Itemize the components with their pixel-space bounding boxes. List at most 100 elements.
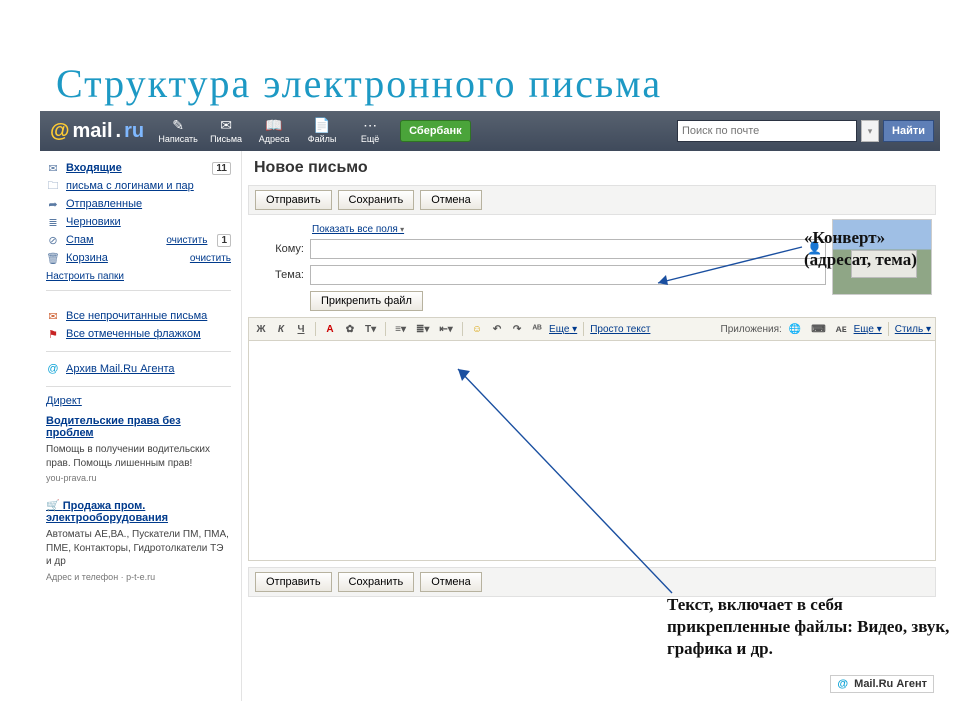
- agent-widget[interactable]: @Mail.Ru Агент: [830, 675, 934, 693]
- spellcheck-icon[interactable]: ᴬᴮ: [529, 321, 545, 337]
- editor-body[interactable]: [248, 341, 936, 561]
- redo-icon[interactable]: ↷: [509, 321, 525, 337]
- direct-link[interactable]: Директ: [46, 395, 82, 407]
- spam-clear[interactable]: очистить: [166, 235, 207, 246]
- to-row: Кому: 👤: [254, 239, 826, 259]
- action-row-bottom: Отправить Сохранить Отмена: [248, 567, 936, 597]
- ad-2-url: Адрес и телефон · p-t-e.ru: [46, 572, 231, 582]
- annotation-body: Текст, включает в себя прикрепленные фай…: [667, 594, 960, 660]
- toolbar-more[interactable]: ⋯Ещё: [346, 111, 394, 151]
- more-icon: ⋯: [363, 118, 377, 132]
- spam-count: 1: [217, 234, 231, 247]
- addresses-icon: 📖: [265, 118, 282, 132]
- cancel-button[interactable]: Отмена: [420, 190, 481, 210]
- italic-button[interactable]: К: [273, 321, 289, 337]
- save-button[interactable]: Сохранить: [338, 190, 415, 210]
- filter-flagged[interactable]: ⚑Все отмеченные флажком: [46, 325, 231, 343]
- toolbar-addresses[interactable]: 📖Адреса: [250, 111, 298, 151]
- send-button[interactable]: Отправить: [255, 190, 332, 210]
- folder-trash[interactable]: 🗑Корзинаочистить: [46, 249, 231, 267]
- ad-1: Водительские права без проблем Помощь в …: [46, 407, 231, 491]
- ad-1-title[interactable]: Водительские права без проблем: [46, 415, 231, 439]
- filter-unread[interactable]: ✉Все непрочитанные письма: [46, 307, 231, 325]
- folder-drafts[interactable]: ≣Черновики: [46, 213, 231, 231]
- align-icon[interactable]: ≡▾: [392, 321, 409, 337]
- archive-section: @Архив Mail.Ru Агента: [46, 352, 231, 387]
- emoji-icon[interactable]: ☺: [469, 321, 485, 337]
- cancel-button-bottom[interactable]: Отмена: [420, 572, 481, 592]
- mail-app: @mail.ru ✎Написать ✉Письма 📖Адреса 📄Файл…: [40, 111, 940, 701]
- card-thumbnail[interactable]: [832, 219, 932, 295]
- save-button-bottom[interactable]: Сохранить: [338, 572, 415, 592]
- apps-label: Приложения:: [721, 324, 782, 335]
- inbox-icon: ✉: [46, 162, 60, 175]
- editor-toolbar: Ж К Ч A ✿ T▾ ≡▾ ≣▾ ⇤▾ ☺ ↶ ↷ ᴬᴮ Еще ▾ Про…: [248, 317, 936, 341]
- compose-pane: Новое письмо Отправить Сохранить Отмена …: [242, 151, 940, 701]
- folder-logins[interactable]: 🗀письма с логинами и пар: [46, 177, 231, 195]
- logo-dot: .: [116, 120, 122, 143]
- bg-color-icon[interactable]: ✿: [342, 321, 358, 337]
- ad-1-desc: Помощь в получении водительских прав. По…: [46, 443, 231, 470]
- topbar: @mail.ru ✎Написать ✉Письма 📖Адреса 📄Файл…: [40, 111, 940, 151]
- folder-inbox[interactable]: ✉Входящие11: [46, 159, 231, 177]
- font-size-icon[interactable]: T▾: [362, 321, 379, 337]
- translit-icon[interactable]: ᴀᴇ: [833, 321, 850, 337]
- ad-2-title[interactable]: 🛒 Продажа пром. электрооборудования: [46, 499, 231, 524]
- toolbar-more[interactable]: Еще ▾: [549, 324, 577, 335]
- list-icon[interactable]: ≣▾: [413, 321, 432, 337]
- search-options-icon[interactable]: ▾: [861, 120, 879, 142]
- compose-icon: ✎: [172, 118, 184, 132]
- underline-button[interactable]: Ч: [293, 321, 309, 337]
- indent-icon[interactable]: ⇤▾: [436, 321, 455, 337]
- apps-more[interactable]: Еще ▾: [854, 324, 882, 335]
- subject-row: Тема:: [254, 265, 826, 285]
- sent-icon: ➦: [46, 198, 60, 211]
- sidebar: ✉Входящие11 🗀письма с логинами и пар ➦От…: [40, 151, 242, 701]
- ad-2-desc: Автоматы АЕ,ВА., Пускатели ПМ, ПМА, ПМЕ,…: [46, 528, 231, 569]
- promo-button[interactable]: Сбербанк: [400, 120, 471, 142]
- toolbar-files[interactable]: 📄Файлы: [298, 111, 346, 151]
- to-label: Кому:: [254, 243, 304, 255]
- addressbook-icon[interactable]: 👤: [807, 241, 822, 255]
- mail-icon: ✉: [220, 118, 232, 132]
- send-button-bottom[interactable]: Отправить: [255, 572, 332, 592]
- undo-icon[interactable]: ↶: [489, 321, 505, 337]
- ad-1-url: you-prava.ru: [46, 473, 231, 483]
- toolbar-compose[interactable]: ✎Написать: [154, 111, 202, 151]
- bold-button[interactable]: Ж: [253, 321, 269, 337]
- trash-icon: 🗑: [46, 252, 60, 265]
- folder-spam[interactable]: ⊘Спамочистить1: [46, 231, 231, 249]
- attach-button[interactable]: Прикрепить файл: [310, 291, 423, 311]
- manage-folders[interactable]: Настроить папки: [46, 271, 124, 282]
- compose-heading: Новое письмо: [248, 151, 936, 185]
- search-button[interactable]: Найти: [883, 120, 934, 142]
- subject-input[interactable]: [310, 265, 826, 285]
- action-row-top: Отправить Сохранить Отмена: [248, 185, 936, 215]
- keyboard-icon[interactable]: ⌨: [808, 321, 828, 337]
- show-all-fields[interactable]: Показать все поля: [312, 224, 404, 235]
- logo-ru: ru: [124, 120, 144, 143]
- logo-mail: mail: [73, 120, 113, 143]
- search-input[interactable]: [677, 120, 857, 142]
- drafts-icon: ≣: [46, 216, 60, 229]
- logo[interactable]: @mail.ru: [40, 120, 154, 143]
- translate-icon[interactable]: 🌐: [786, 321, 804, 337]
- style-menu[interactable]: Стиль ▾: [895, 324, 931, 335]
- flag-icon: ⚑: [46, 328, 60, 341]
- unread-icon: ✉: [46, 310, 60, 323]
- files-icon: 📄: [313, 118, 330, 132]
- folder-sent[interactable]: ➦Отправленные: [46, 195, 231, 213]
- logo-at: @: [50, 120, 70, 143]
- at-icon: @: [46, 363, 60, 375]
- toolbar-buttons: ✎Написать ✉Письма 📖Адреса 📄Файлы ⋯Ещё: [154, 111, 394, 151]
- to-input[interactable]: [310, 239, 826, 259]
- trash-clear[interactable]: очистить: [190, 253, 231, 264]
- agent-archive[interactable]: @Архив Mail.Ru Агента: [46, 360, 231, 378]
- inbox-count: 11: [212, 162, 231, 175]
- font-color-icon[interactable]: A: [322, 321, 338, 337]
- search-area: ▾ Найти: [677, 120, 940, 142]
- plain-text-toggle[interactable]: Просто текст: [590, 324, 650, 335]
- folder-icon: 🗀: [46, 177, 60, 196]
- folder-list: ✉Входящие11 🗀письма с логинами и пар ➦От…: [46, 159, 231, 291]
- toolbar-mail[interactable]: ✉Письма: [202, 111, 250, 151]
